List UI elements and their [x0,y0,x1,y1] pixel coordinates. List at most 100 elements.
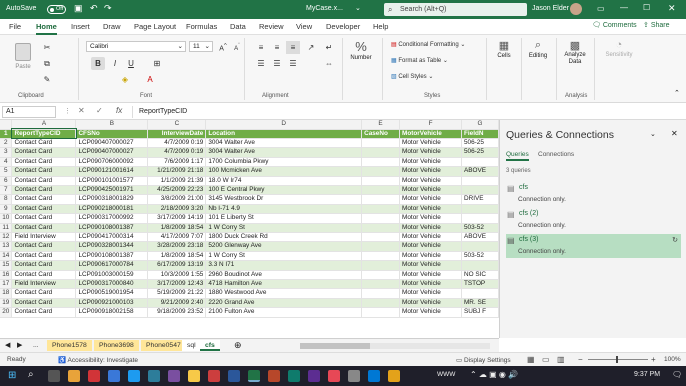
cell[interactable]: Contact Card [11,176,77,186]
cell[interactable]: Contact Card [11,288,77,299]
row-number[interactable]: 1 [0,129,13,139]
bold-icon[interactable]: B [91,57,105,70]
cell[interactable]: 5/19/2009 21:22 [147,288,207,299]
align-bottom-icon[interactable]: ≡ [286,41,300,54]
cell[interactable]: 7/6/2009 1:17 [147,157,207,168]
tab-file[interactable]: File [9,22,21,31]
cell[interactable]: Contact Card [11,241,77,252]
cell[interactable]: LCP090317000840 [75,279,149,290]
cell[interactable]: 6/17/2009 13:19 [147,260,207,271]
minimize-icon[interactable]: — [620,3,628,12]
cell[interactable] [461,288,499,299]
column-header[interactable]: B [75,120,149,130]
excel-app-icon[interactable] [248,370,260,382]
name-box[interactable]: A1 [2,106,56,118]
cell[interactable]: 1800 Duck Creek Rd [205,232,363,243]
cell[interactable]: LCP090121001614 [75,166,149,177]
cell[interactable] [461,176,499,186]
formula-input[interactable]: ReportTypeCID [132,106,684,118]
tab-queries[interactable]: Queries [506,151,529,161]
cell[interactable]: Motor Vehicle [399,279,462,290]
paste-button[interactable]: Paste [10,41,36,81]
cell[interactable]: 18.0 W Ir74 [205,176,363,186]
tab-page-layout[interactable]: Page Layout [134,22,176,31]
cell[interactable]: 503-52 [461,251,499,262]
analyze-data-button[interactable]: ▩ Analyze Data [561,39,589,66]
close-icon[interactable]: ✕ [671,129,678,138]
cell[interactable]: Motor Vehicle [399,194,462,205]
row-number[interactable]: 20 [0,307,13,318]
cell[interactable] [361,194,401,205]
cell[interactable] [361,213,401,224]
row-number[interactable]: 11 [0,223,13,233]
align-top-icon[interactable]: ≡ [254,41,268,54]
cell[interactable]: InterviewDate [147,129,207,139]
underline-icon[interactable]: U [124,57,138,70]
cells-button[interactable]: ▦ Cells [492,39,516,59]
cell[interactable] [361,185,401,196]
sheet-tab-phone3698[interactable]: Phone3698 [94,340,139,351]
cell[interactable]: LCP090328001344 [75,241,149,252]
cell[interactable] [361,204,401,215]
start-icon[interactable]: ⊞ [8,370,16,381]
cell[interactable]: 4/25/2009 22:23 [147,185,207,196]
orientation-icon[interactable]: ↗ [304,41,318,54]
cut-icon[interactable]: ✂ [40,41,54,54]
cell[interactable]: LCP090108001387 [75,223,149,233]
avatar[interactable] [570,3,582,15]
cell[interactable]: 1/8/2009 18:54 [147,251,207,262]
cell[interactable]: 1/8/2009 18:54 [147,223,207,233]
format-as-table-button[interactable]: ▦ Format as Table ⌄ [391,57,448,64]
italic-icon[interactable]: I [108,57,122,70]
cell[interactable]: Motor Vehicle [399,251,462,262]
cell[interactable]: LCP090918002158 [75,307,149,318]
cell[interactable]: Location [205,129,363,139]
wrap-text-icon[interactable]: ↵ [322,41,336,54]
page-break-icon[interactable]: ▥ [557,355,565,364]
normal-view-icon[interactable]: ▦ [527,355,535,364]
zoom-slider[interactable] [588,356,648,363]
table-row[interactable]: 12 Field Interview LCP090417000314 4/17/200… [0,232,499,243]
cell[interactable]: 1/21/2009 21:18 [147,166,207,177]
cell[interactable]: 5200 Glenway Ave [205,241,363,252]
align-middle-icon[interactable]: ≡ [270,41,284,54]
cell[interactable]: Contact Card [11,138,77,149]
table-row[interactable]: 13 Contact Card LCP090328001344 3/28/2009 2… [0,241,499,252]
zoom-level[interactable]: 100% [664,356,681,363]
row-number[interactable]: 4 [0,157,13,168]
share-button[interactable]: ⇪ Share [643,21,670,33]
row-number[interactable]: 15 [0,260,13,271]
cell[interactable]: Motor Vehicle [399,241,462,252]
tab-draw[interactable]: Draw [103,22,121,31]
conditional-formatting-button[interactable]: ▤ Conditional Formatting ⌄ [391,41,465,48]
cell[interactable] [361,232,401,243]
cell[interactable]: 4/17/2009 7:07 [147,232,207,243]
cell[interactable]: 101 E Liberty St [205,213,363,224]
table-header-row[interactable]: 1 ReportTypeCID CFSNo InterviewDate Location… [0,127,499,140]
cell[interactable]: 4718 Hamilton Ave [205,279,363,290]
column-header[interactable]: F [399,120,462,130]
system-tray[interactable]: ⌃ ☁ ▣ ◉ 🔊 [470,370,518,379]
row-number[interactable]: 3 [0,147,13,158]
cell[interactable]: ABOVE [461,232,499,243]
font-name-select[interactable]: Calibri ⌄ [86,41,186,52]
cell[interactable]: Contact Card [11,166,77,177]
page-layout-icon[interactable]: ▭ [542,355,550,364]
cell[interactable] [361,157,401,168]
cell[interactable]: MR. SE [461,298,499,309]
cell[interactable]: 9/21/2009 2:40 [147,298,207,309]
tab-data[interactable]: Data [230,22,246,31]
column-header[interactable]: A [11,120,77,130]
row-number[interactable]: 2 [0,138,13,149]
app-icon[interactable] [308,370,320,382]
cell[interactable]: Motor Vehicle [399,147,462,158]
query-item[interactable]: ▤ cfs (2) Connection only. [506,208,681,232]
sheet-tab-sql[interactable]: sql [182,340,201,351]
tab-review[interactable]: Review [259,22,284,31]
cell[interactable]: LCP090921000103 [75,298,149,309]
cell[interactable]: Contact Card [11,270,77,281]
taskbar-clock[interactable]: 9:37 PM [634,371,660,378]
table-row[interactable]: 7 Contact Card LCP090425001971 4/25/2009 22… [0,185,499,196]
sheet-tab-cfs[interactable]: cfs [200,340,220,351]
table-row[interactable]: 20 Contact Card LCP090918002158 9/18/2009 2… [0,307,499,318]
